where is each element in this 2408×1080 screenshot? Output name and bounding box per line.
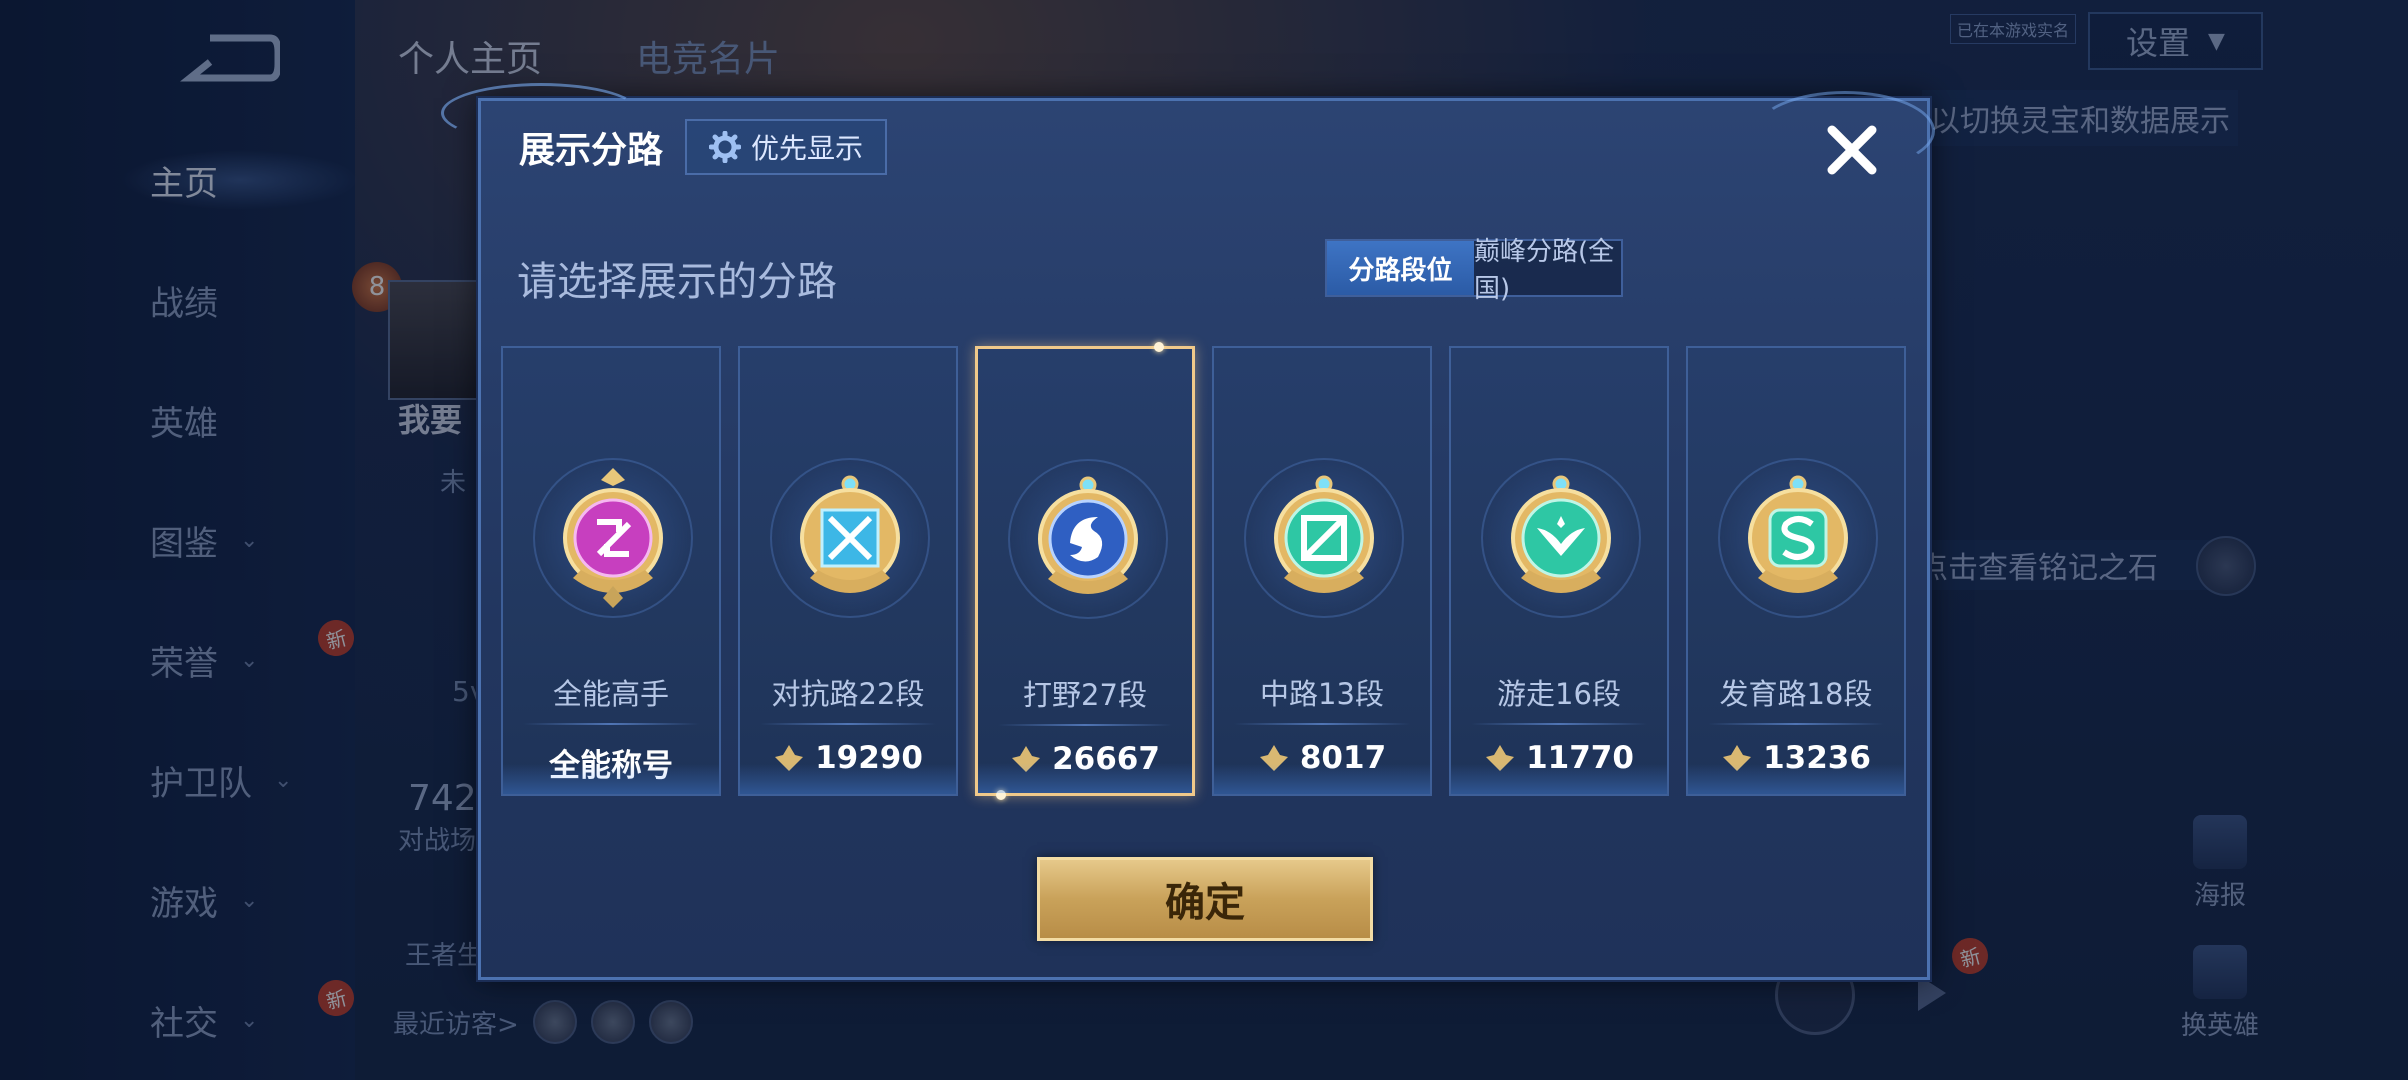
lane-rank-label: 对抗路22段: [771, 677, 925, 711]
priority-display-label: 优先显示: [750, 132, 863, 165]
lane-card-allround[interactable]: 全能高手 全能称号: [501, 346, 721, 796]
roam-emblem-icon: [1481, 458, 1641, 618]
lane-card-farm[interactable]: 发育路18段 13236: [1686, 346, 1906, 796]
tab-lane-rank[interactable]: 分路段位: [1327, 241, 1474, 295]
confirm-button[interactable]: 确定: [1037, 857, 1373, 941]
lane-rank-label: 全能高手: [552, 677, 669, 711]
selection-dot: [1154, 342, 1164, 352]
lane-rank-label: 发育路18段: [1719, 677, 1873, 711]
lane-card-roam[interactable]: 游走16段 11770: [1449, 346, 1669, 796]
selection-prompt: 请选择展示的分路: [517, 259, 837, 305]
clash-lane-emblem-icon: [770, 458, 930, 618]
dialog-title: 展示分路: [519, 130, 664, 171]
priority-display-button[interactable]: 优先显示: [685, 119, 887, 175]
close-button[interactable]: [1819, 117, 1885, 183]
gear-icon: [708, 131, 741, 163]
lane-card-jungle[interactable]: 打野27段 26667: [975, 342, 1195, 800]
tab-peak-lane-national[interactable]: 巅峰分路(全国): [1474, 237, 1621, 304]
lane-card-clash[interactable]: 对抗路22段 19290: [738, 346, 958, 796]
jungle-emblem-icon: [1008, 459, 1168, 619]
close-icon: [1827, 125, 1877, 175]
lane-card-mid[interactable]: 中路13段 8017: [1212, 346, 1432, 796]
confirm-label: 确定: [1165, 880, 1245, 926]
allround-emblem-icon: [533, 458, 693, 618]
rank-type-toggle: 分路段位 巅峰分路(全国): [1325, 237, 1623, 304]
lane-rank-label: 中路13段: [1260, 677, 1384, 711]
lane-display-dialog: 展示分路 优先显示 请选择展示的分路 分路段位 巅峰分路(全国) 全能高手 对抗…: [441, 83, 1935, 980]
farm-lane-emblem-icon: [1718, 458, 1878, 618]
lane-rank-label: 游走16段: [1497, 677, 1621, 711]
mid-lane-emblem-icon: [1244, 458, 1404, 618]
lane-cards: 全能高手 全能称号 对抗路22段 19290: [501, 342, 1913, 800]
lane-rank-label: 打野27段: [1023, 678, 1147, 712]
